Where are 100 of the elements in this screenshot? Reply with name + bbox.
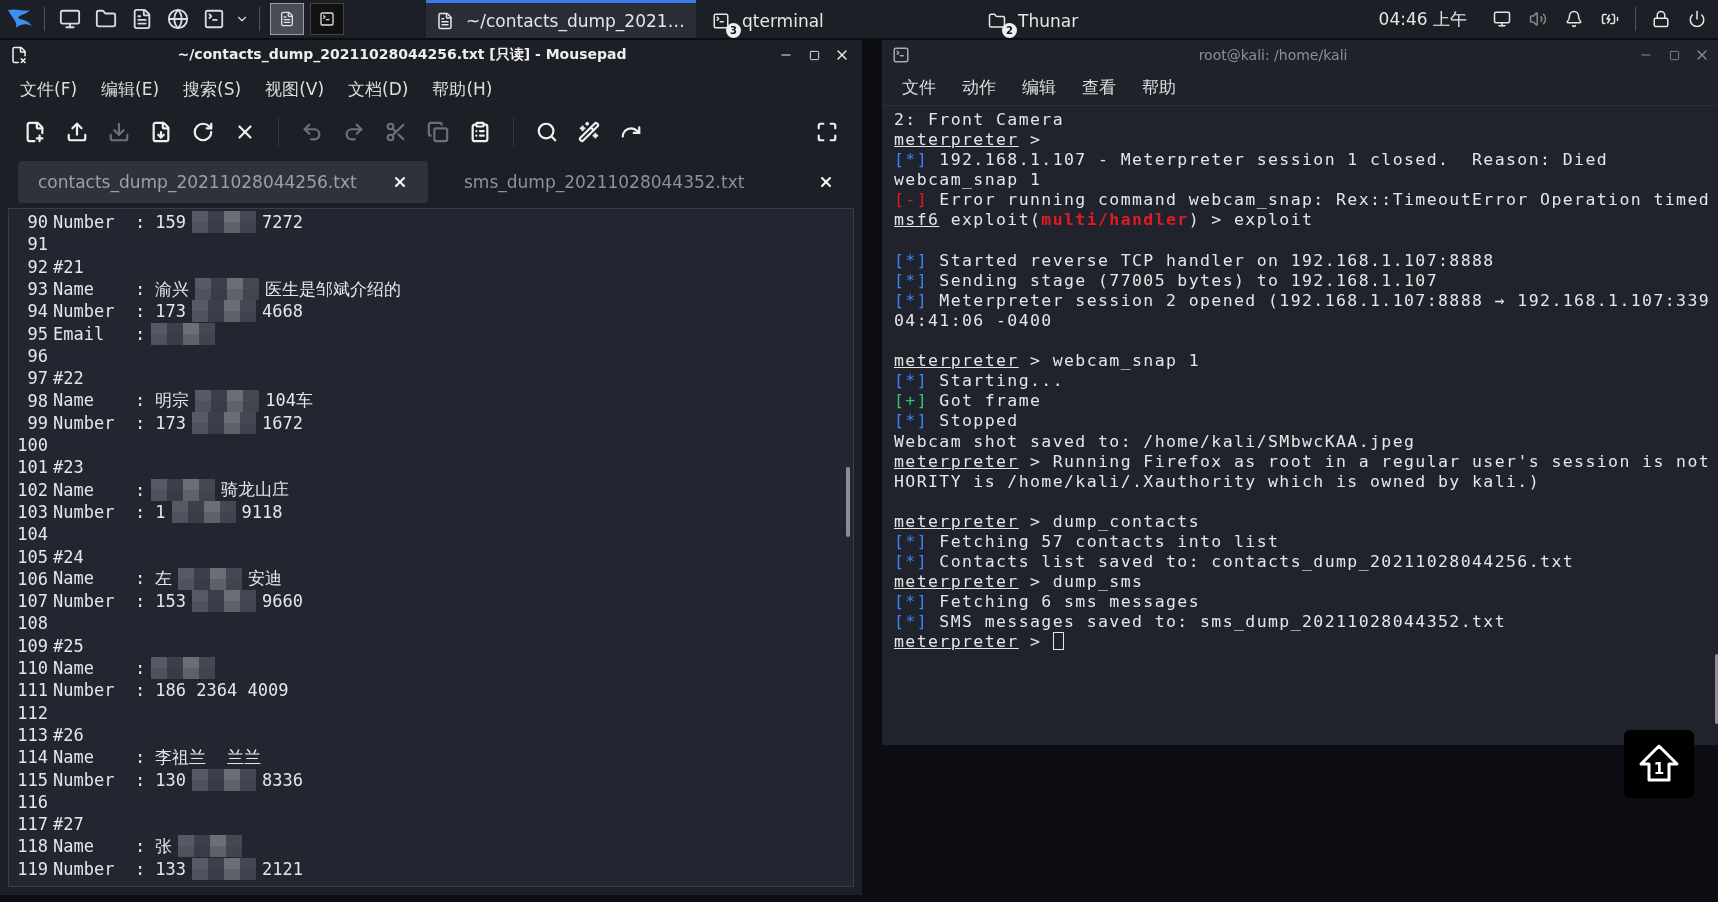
taskbar-window-button[interactable]: 3 qterminal bbox=[702, 0, 972, 38]
terminal-line: meterpreter > dump_contacts bbox=[894, 511, 1202, 532]
bell-icon[interactable] bbox=[1565, 10, 1583, 28]
line-number: 113 bbox=[16, 724, 49, 745]
code-text: #26 bbox=[53, 724, 84, 745]
code-text: Number : 1 bbox=[53, 502, 166, 522]
workspace-button[interactable] bbox=[310, 3, 344, 35]
close-icon[interactable] bbox=[818, 174, 834, 190]
line-number: 111 bbox=[16, 680, 49, 701]
code-text: 8336 bbox=[262, 769, 303, 790]
menu-item[interactable]: 文档(D) bbox=[346, 75, 411, 103]
code-text: 医生是邹斌介绍的 bbox=[265, 277, 402, 301]
monitor-icon[interactable] bbox=[59, 8, 81, 30]
terminal-icon[interactable] bbox=[203, 8, 225, 30]
document-tab[interactable]: contacts_dump_20211028044256.txt bbox=[18, 161, 428, 203]
code-text: 104车 bbox=[265, 389, 314, 413]
terminal-line: [*] Stopped bbox=[894, 411, 1020, 432]
redaction-mosaic bbox=[192, 300, 257, 323]
code-text: #23 bbox=[53, 457, 84, 478]
close-icon[interactable] bbox=[392, 174, 408, 190]
line-number: 94 bbox=[26, 301, 49, 322]
terminal-line: [+] Got frame bbox=[894, 391, 1043, 412]
code-text: #25 bbox=[53, 635, 84, 656]
redaction-mosaic bbox=[171, 501, 236, 523]
line-number: 97 bbox=[26, 368, 49, 389]
redaction-mosaic bbox=[151, 322, 216, 345]
code-text: 2121 bbox=[262, 858, 303, 879]
text-area[interactable] bbox=[8, 208, 854, 887]
fullscreen-icon[interactable] bbox=[816, 121, 838, 143]
code-text: 安迪 bbox=[248, 567, 283, 591]
line-number: 115 bbox=[16, 769, 49, 790]
code-text: 4668 bbox=[262, 301, 303, 322]
tab-label[interactable]: sms_dump_20211028044352.txt bbox=[464, 172, 745, 192]
code-text: 骑龙山庄 bbox=[221, 478, 290, 502]
folder-icon bbox=[988, 11, 1006, 30]
code-text: #24 bbox=[53, 546, 84, 567]
redaction-mosaic bbox=[178, 835, 243, 858]
menu-item[interactable]: 文件(F) bbox=[18, 75, 80, 103]
line-number: 108 bbox=[16, 613, 49, 634]
terminal-line: [*] Contacts list saved to: contacts_dump_20211028044256.txt bbox=[894, 552, 1576, 573]
code-text: Name : 明宗 bbox=[53, 389, 190, 413]
taskbar-window-button[interactable]: 2 Thunar bbox=[978, 0, 1248, 38]
window-title: root@kali: /home/kali bbox=[1197, 47, 1349, 63]
terminal-line: 04:41:06 -0400 bbox=[894, 310, 1054, 332]
terminal-line: meterpreter > Running Firefox as root in a regular user's session is not bbox=[894, 451, 1711, 472]
redaction-mosaic bbox=[192, 411, 257, 434]
document-icon[interactable] bbox=[131, 8, 153, 30]
menu-item[interactable]: 动作 bbox=[960, 74, 998, 101]
display-icon[interactable] bbox=[1493, 10, 1511, 28]
power-icon[interactable] bbox=[1688, 10, 1706, 28]
workspace-button[interactable] bbox=[270, 3, 304, 35]
code-text: Number : 133 bbox=[53, 858, 187, 879]
clipboard-icon[interactable] bbox=[469, 121, 491, 143]
folder-icon[interactable] bbox=[95, 8, 117, 30]
terminal-line: meterpreter > bbox=[894, 632, 1711, 653]
menu-item[interactable]: 查看 bbox=[1080, 74, 1118, 101]
redaction-mosaic bbox=[192, 857, 257, 880]
tab-label[interactable]: contacts_dump_20211028044256.txt bbox=[38, 172, 357, 192]
redaction-mosaic bbox=[195, 389, 260, 412]
wand-icon[interactable] bbox=[578, 121, 600, 143]
menu-item[interactable]: 帮助 bbox=[1140, 74, 1178, 101]
save-as-icon[interactable] bbox=[150, 121, 172, 143]
menu-item[interactable]: 文件 bbox=[900, 74, 938, 101]
menu-item[interactable]: 编辑(E) bbox=[99, 75, 162, 103]
line-number: 93 bbox=[26, 279, 49, 300]
new-file-icon[interactable] bbox=[24, 121, 46, 143]
scrollbar-thumb[interactable] bbox=[846, 467, 850, 537]
code-text: Name : 张 bbox=[53, 834, 173, 858]
redaction-mosaic bbox=[192, 768, 257, 791]
document-tab[interactable]: sms_dump_20211028044352.txt bbox=[444, 161, 854, 203]
code-text: Number : 186 2364 4009 bbox=[53, 680, 289, 701]
line-number: 90 bbox=[26, 212, 49, 233]
menu-item[interactable]: 编辑 bbox=[1020, 74, 1058, 101]
terminal-icon bbox=[319, 11, 335, 27]
menu-item[interactable]: 视图(V) bbox=[263, 75, 327, 103]
line-number: 116 bbox=[16, 791, 49, 812]
taskbar-window-button[interactable]: ~/contacts_dump_2021… bbox=[426, 0, 696, 38]
upload-arrow-button[interactable]: 1 bbox=[1624, 730, 1694, 798]
terminal-icon bbox=[712, 11, 730, 30]
redaction-mosaic bbox=[195, 278, 260, 301]
line-number: 110 bbox=[16, 658, 49, 679]
code-text: Number : 153 bbox=[53, 591, 187, 612]
globe-icon[interactable] bbox=[167, 8, 189, 30]
code-text: #27 bbox=[53, 814, 84, 835]
upload-icon[interactable] bbox=[66, 121, 88, 143]
menu-item[interactable]: 帮助(H) bbox=[430, 75, 495, 103]
volume-icon[interactable] bbox=[1529, 10, 1547, 28]
lock-icon[interactable] bbox=[1652, 10, 1670, 28]
terminal-line: [*] SMS messages saved to: sms_dump_20211028044352.txt bbox=[894, 612, 1508, 633]
reload-icon[interactable] bbox=[192, 121, 214, 143]
line-number: 98 bbox=[26, 390, 49, 411]
code-text: Number : 159 bbox=[53, 212, 187, 233]
menu-item[interactable]: 搜索(S) bbox=[181, 75, 244, 103]
code-text: #21 bbox=[53, 256, 84, 277]
code-text: 7272 bbox=[262, 212, 303, 233]
search-icon[interactable] bbox=[536, 121, 558, 143]
line-number: 106 bbox=[16, 568, 49, 589]
redaction-mosaic bbox=[192, 590, 257, 613]
document-icon bbox=[10, 46, 28, 64]
scrollbar-thumb[interactable] bbox=[1715, 654, 1718, 724]
